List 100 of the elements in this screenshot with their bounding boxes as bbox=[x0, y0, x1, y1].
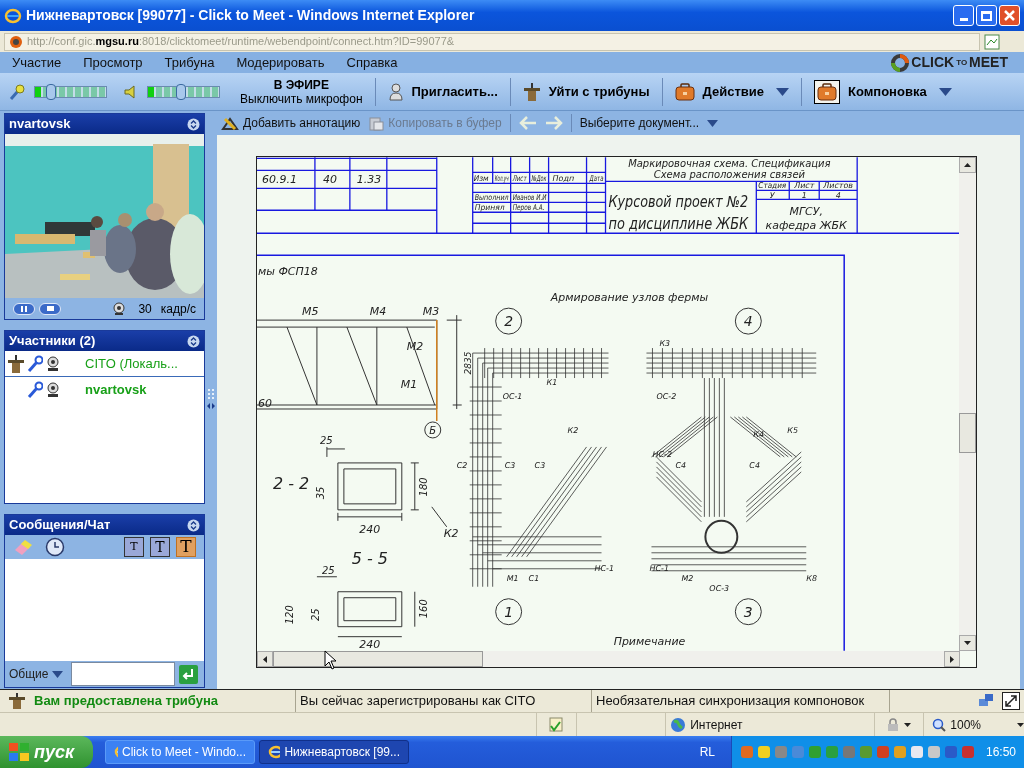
drawing-label: 25 bbox=[321, 564, 335, 576]
taskbar-button[interactable]: Нижневартовск [99... bbox=[259, 740, 409, 764]
page-icon[interactable] bbox=[984, 33, 1000, 50]
text-size-button[interactable]: T bbox=[124, 537, 144, 557]
frame-rate-unit: кадр/с bbox=[160, 300, 196, 318]
tray-app-icon[interactable] bbox=[756, 745, 771, 759]
address-field[interactable]: http://conf.gic.mgsu.ru:8018/clicktomeet/runtime/webendpoint/connect.htm?ID=99077& bbox=[4, 32, 980, 51]
horizontal-scrollbar[interactable] bbox=[257, 651, 960, 667]
drawing-label: 60 bbox=[258, 397, 272, 410]
microphone-volume-slider[interactable] bbox=[34, 85, 107, 98]
drawing-label: 1 bbox=[801, 191, 807, 201]
mute-microphone-button[interactable]: В ЭФИРЕ Выключить микрофон bbox=[236, 77, 367, 106]
text-size-button[interactable]: T bbox=[150, 537, 170, 557]
drawing-label: Выполнил bbox=[474, 192, 509, 203]
tray-app-icon[interactable] bbox=[909, 745, 924, 759]
drawing-label: Лист bbox=[512, 174, 527, 184]
drawing-label: 60.9.1 bbox=[262, 173, 297, 187]
menu-item[interactable]: Просмотр bbox=[83, 52, 143, 73]
drawing-label: Изм bbox=[473, 174, 489, 184]
menu-item[interactable]: Трибуна bbox=[164, 52, 215, 73]
drawing-label: К5 bbox=[787, 425, 798, 435]
dropdown-arrow-icon[interactable] bbox=[1017, 722, 1024, 727]
recipient-dropdown[interactable]: Общие bbox=[9, 665, 49, 683]
tray-app-icon[interactable] bbox=[960, 745, 975, 759]
scroll-left-icon[interactable] bbox=[263, 655, 267, 663]
add-annotation-button[interactable]: Добавить аннотацию bbox=[221, 114, 361, 132]
drawing-label: ОС-1 bbox=[502, 392, 523, 401]
participant-name[interactable]: CITO (Локаль... bbox=[85, 353, 178, 374]
scroll-down-icon[interactable] bbox=[964, 641, 971, 645]
logo-icon bbox=[891, 53, 910, 72]
briefcase-icon bbox=[674, 82, 695, 101]
toolbar-button[interactable]: Пригласить... bbox=[383, 81, 502, 102]
tray-app-icon[interactable] bbox=[926, 745, 941, 759]
toolbar-button[interactable]: Компоновка bbox=[810, 79, 956, 104]
network-icon bbox=[978, 693, 994, 709]
collapse-icon[interactable] bbox=[187, 117, 200, 131]
drawing-label: 25 bbox=[319, 434, 333, 446]
drawing-label: М4 bbox=[369, 305, 387, 319]
drawing-label: Листов bbox=[823, 181, 854, 191]
text-size-button[interactable]: T bbox=[176, 537, 196, 557]
taskbar-button[interactable]: Click to Meet - Windo... bbox=[105, 740, 255, 764]
pause-button[interactable] bbox=[13, 302, 35, 315]
menu-item[interactable]: Участие bbox=[12, 52, 62, 73]
clock-icon[interactable] bbox=[45, 537, 65, 557]
toolbar-button[interactable]: Уйти с трибуны bbox=[518, 81, 654, 102]
scrollbar-thumb[interactable] bbox=[959, 413, 976, 453]
chat-input-field[interactable] bbox=[71, 662, 176, 686]
fullscreen-icon[interactable] bbox=[1002, 692, 1020, 710]
tray-app-icon[interactable] bbox=[943, 745, 958, 759]
drawing-label: К1 bbox=[546, 378, 558, 388]
caret-icon[interactable] bbox=[938, 87, 952, 96]
windows-logo-icon[interactable] bbox=[8, 742, 30, 762]
minimize-button[interactable] bbox=[953, 5, 974, 26]
send-icon[interactable] bbox=[179, 664, 199, 684]
drawing-label: 1 bbox=[504, 603, 514, 620]
close-button[interactable] bbox=[999, 5, 1020, 26]
language-indicator[interactable]: RL bbox=[699, 743, 715, 761]
collapse-icon[interactable] bbox=[187, 334, 200, 348]
drawing-label: 240 bbox=[359, 637, 381, 651]
speaker-volume-slider[interactable] bbox=[147, 85, 220, 98]
drawing-label: М2 bbox=[681, 573, 694, 583]
drawing-label: Б bbox=[429, 424, 437, 436]
collapse-icon[interactable] bbox=[187, 518, 200, 532]
maximize-button[interactable] bbox=[976, 5, 997, 26]
splitter-handle-icon[interactable] bbox=[207, 388, 215, 412]
toolbar-button[interactable]: Действие bbox=[670, 81, 793, 102]
document-select-dropdown[interactable]: Выберите документ... bbox=[579, 114, 719, 132]
drawing-label: К4 bbox=[753, 429, 765, 439]
dropdown-arrow-icon[interactable] bbox=[904, 722, 912, 727]
zoom-level-dropdown[interactable]: 100% bbox=[950, 715, 981, 734]
drawing-label: 1.33 bbox=[356, 173, 382, 187]
scroll-right-icon[interactable] bbox=[950, 655, 954, 663]
caret-icon[interactable] bbox=[776, 87, 789, 96]
person-icon bbox=[387, 82, 404, 101]
stop-button[interactable] bbox=[39, 302, 61, 315]
window-title: Нижневартовск [99077] - Click to Meet - Windows Internet Explorer bbox=[26, 6, 476, 25]
scroll-up-icon[interactable] bbox=[964, 163, 971, 167]
drawing-label: ОС-2 bbox=[656, 392, 677, 401]
webcam-icon bbox=[45, 355, 61, 372]
drawing-label: Примечание bbox=[613, 634, 686, 648]
menu-item[interactable]: Модерировать bbox=[236, 52, 325, 73]
drawing-label: 180 bbox=[417, 477, 429, 497]
drawing-label: №Док bbox=[531, 174, 547, 184]
caret-icon[interactable] bbox=[707, 119, 719, 127]
drawing-label: Иванов И.И bbox=[512, 193, 547, 203]
podium-icon bbox=[8, 693, 26, 709]
drawing-label: К2 bbox=[567, 425, 579, 435]
scrollbar-thumb[interactable] bbox=[273, 651, 483, 667]
vertical-scrollbar[interactable] bbox=[959, 157, 976, 651]
drawing-label: М2 bbox=[406, 340, 424, 354]
close-icon[interactable] bbox=[1004, 10, 1015, 21]
zoom-icon[interactable] bbox=[932, 717, 947, 732]
menu-item[interactable]: Справка bbox=[346, 52, 398, 73]
webcam-icon bbox=[112, 301, 127, 316]
panel-title: Участники (2) bbox=[9, 332, 96, 351]
annotation-icon[interactable] bbox=[221, 115, 239, 131]
wrench-icon bbox=[27, 354, 43, 373]
slider-thumb[interactable] bbox=[176, 83, 187, 100]
slider-thumb[interactable] bbox=[46, 83, 57, 100]
drawing-label: 25 bbox=[309, 608, 321, 622]
